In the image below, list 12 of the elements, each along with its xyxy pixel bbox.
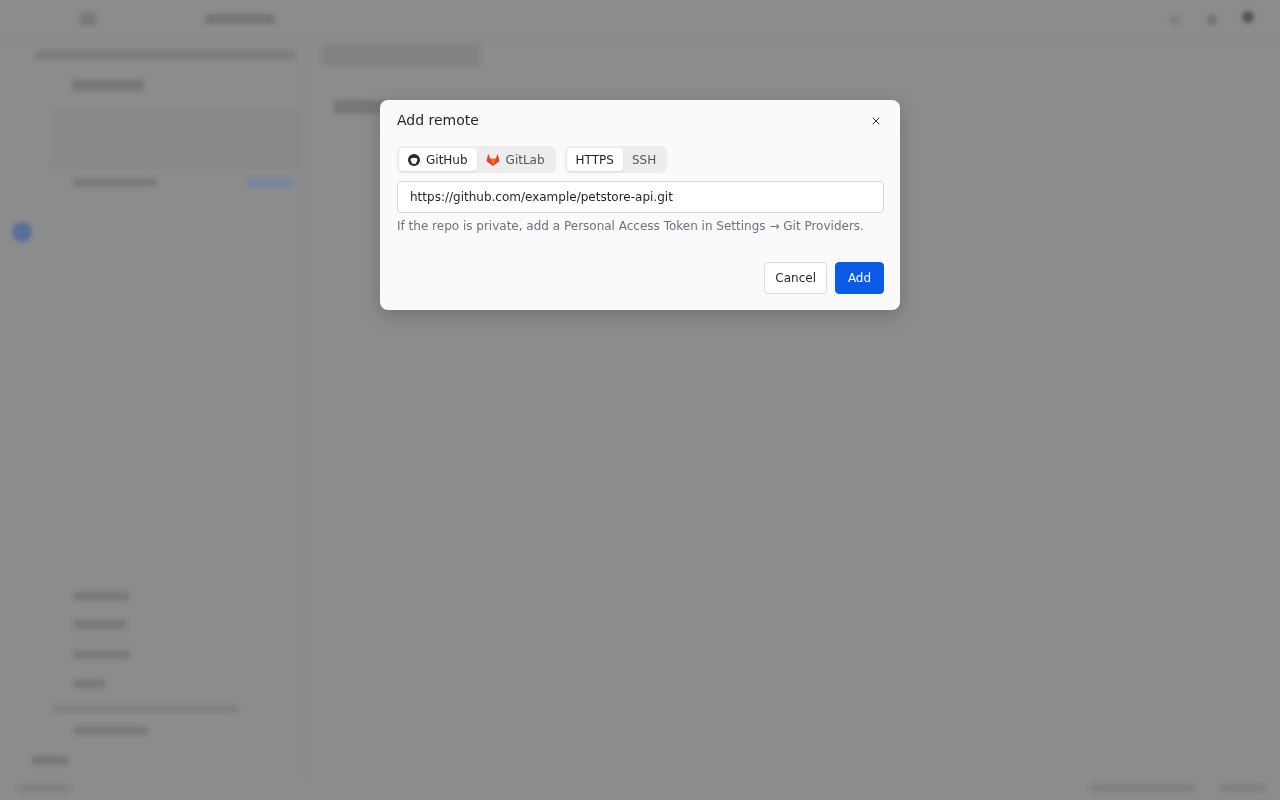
close-icon	[870, 115, 882, 127]
add-button[interactable]: Add	[835, 262, 884, 294]
provider-tab[interactable]: GitHub	[399, 148, 477, 171]
dialog-title: Add remote	[397, 112, 479, 128]
hint-text: If the repo is private, add a Personal Access Token in Settings → Git Providers.	[397, 219, 865, 233]
gitlab-icon	[485, 153, 500, 166]
cancel-button[interactable]: Cancel	[764, 262, 827, 294]
github-icon	[408, 153, 420, 166]
protocol-tab[interactable]: SSH	[622, 148, 666, 171]
protocol-tab[interactable]: HTTPS	[566, 148, 623, 171]
provider-tab[interactable]: GitLab	[476, 148, 554, 171]
url-field[interactable]: https://github.com/example/petstore-api.git	[397, 181, 884, 213]
